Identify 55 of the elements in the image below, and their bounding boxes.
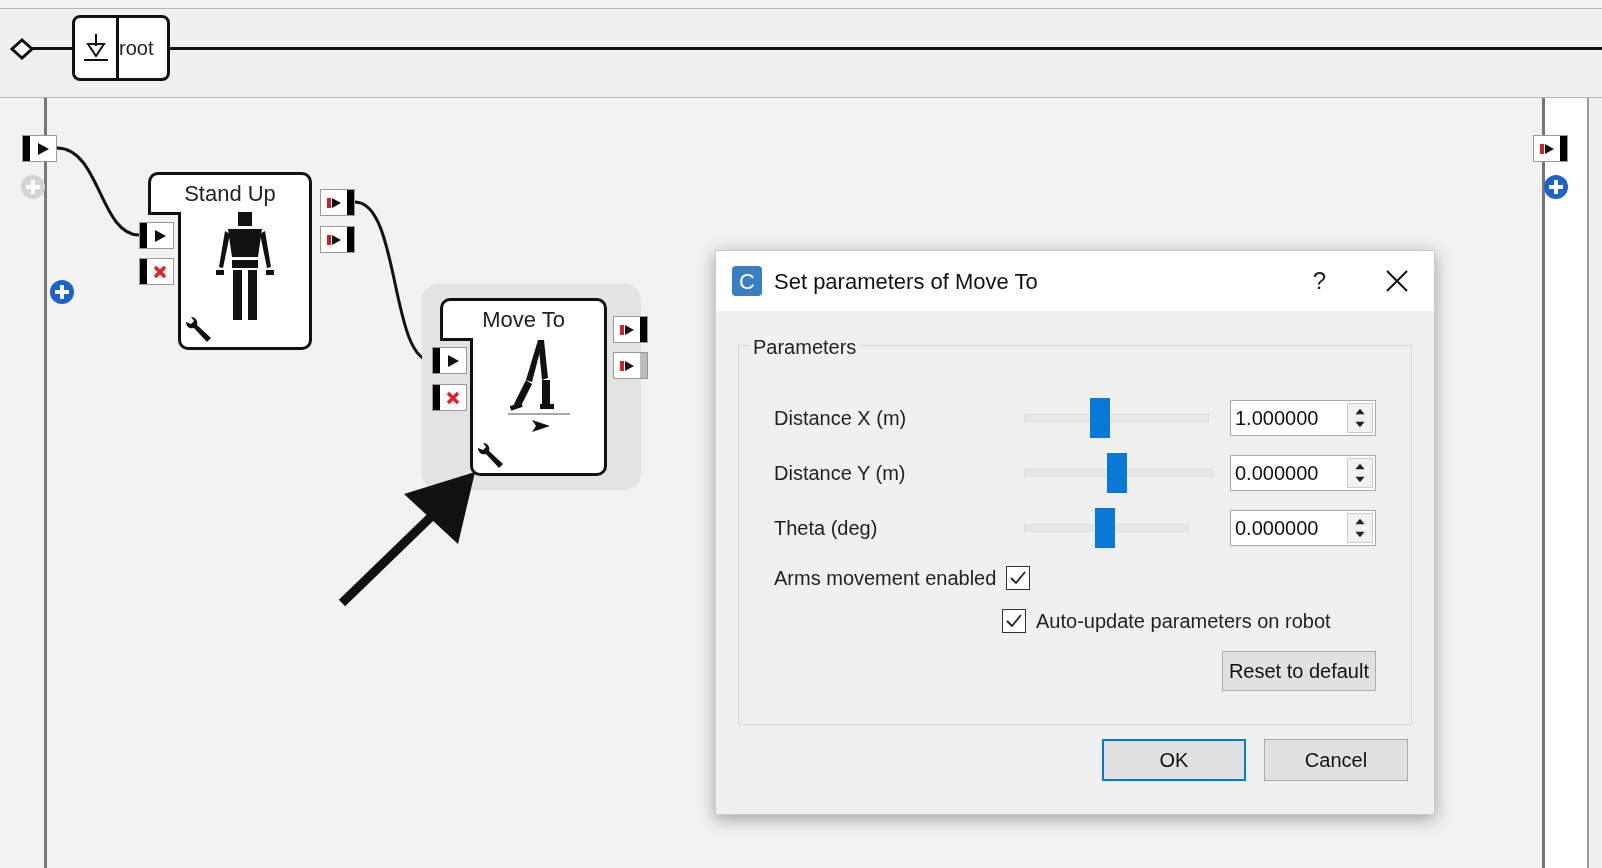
app-icon: C xyxy=(732,266,762,296)
play-icon xyxy=(326,232,342,247)
parameter-label: Distance Y (m) xyxy=(774,460,907,486)
add-port-icon[interactable] xyxy=(20,174,46,200)
play-icon xyxy=(1539,141,1555,156)
checkbox-label: Auto-update parameters on robot xyxy=(1036,609,1331,634)
parameter-label: Distance X (m) xyxy=(774,405,908,431)
number-spinbox[interactable]: 1.000000 xyxy=(1230,399,1376,436)
dialog-title: Set parameters of Move To xyxy=(774,267,1039,296)
stop-input-port[interactable] xyxy=(432,384,467,411)
slider[interactable] xyxy=(1024,397,1209,438)
play-icon xyxy=(36,141,50,156)
start-input-port[interactable] xyxy=(22,135,57,162)
start-input-port[interactable] xyxy=(139,222,174,249)
close-icon[interactable] xyxy=(1386,270,1408,292)
number-spinbox[interactable]: 0.000000 xyxy=(1230,509,1376,546)
spin-arrows-icon[interactable] xyxy=(1347,402,1373,433)
dialog-button[interactable]: Cancel xyxy=(1264,739,1408,781)
box-header[interactable]: Stand Up xyxy=(148,172,312,212)
play-icon xyxy=(619,322,635,337)
play-icon xyxy=(326,195,342,210)
cross-icon xyxy=(153,264,167,279)
download-icon xyxy=(81,32,110,64)
output-port[interactable] xyxy=(613,352,648,379)
number-spinbox[interactable]: 0.000000 xyxy=(1230,454,1376,491)
parameter-label: Arms movement enabled xyxy=(774,566,997,591)
play-icon xyxy=(619,358,635,373)
slider-thumb[interactable] xyxy=(1107,452,1128,493)
wrench-icon[interactable] xyxy=(475,441,505,471)
add-port-icon[interactable] xyxy=(1543,174,1569,200)
spin-arrows-icon[interactable] xyxy=(1347,512,1373,543)
add-port-icon[interactable] xyxy=(49,279,75,305)
help-button[interactable]: ? xyxy=(1312,263,1326,299)
play-icon xyxy=(153,228,167,243)
slider-thumb[interactable] xyxy=(1095,507,1116,548)
reset-to-default-button[interactable]: Reset to default xyxy=(1221,651,1376,691)
root-breadcrumb[interactable]: root xyxy=(72,15,170,81)
checkbox[interactable] xyxy=(1002,609,1026,633)
box-header[interactable]: Move To xyxy=(440,298,607,338)
output-port[interactable] xyxy=(1533,135,1568,162)
start-input-port[interactable] xyxy=(432,347,467,374)
spin-arrows-icon[interactable] xyxy=(1347,457,1373,488)
output-port[interactable] xyxy=(613,316,648,343)
parameter-label: Theta (deg) xyxy=(774,515,879,541)
slider[interactable] xyxy=(1024,507,1189,548)
slider[interactable] xyxy=(1024,452,1214,493)
play-icon xyxy=(446,353,460,368)
cross-icon xyxy=(446,390,460,405)
wrench-icon[interactable] xyxy=(183,315,213,345)
dialog-button[interactable]: OK xyxy=(1102,739,1246,781)
output-port[interactable] xyxy=(320,226,355,253)
stop-input-port[interactable] xyxy=(139,258,174,285)
checkbox[interactable] xyxy=(1006,566,1031,590)
output-port[interactable] xyxy=(320,189,355,216)
slider-thumb[interactable] xyxy=(1090,397,1110,438)
